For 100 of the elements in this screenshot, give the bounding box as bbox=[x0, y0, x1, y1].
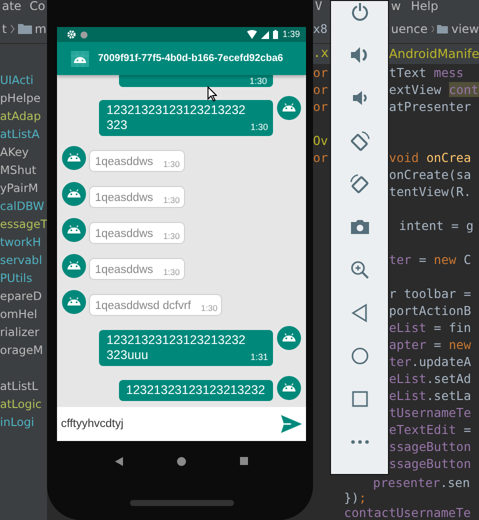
message-text: 12321323123123213232 bbox=[126, 383, 266, 398]
file-item[interactable]: orageM bbox=[0, 341, 47, 359]
file-item[interactable]: tworkH bbox=[0, 233, 47, 251]
file-item[interactable]: UIActi bbox=[0, 71, 47, 89]
android-avatar-icon bbox=[277, 326, 301, 350]
chat-title: 7009f91f-77f5-4b0d-b166-7ecefd92cba6 bbox=[98, 52, 284, 66]
message-time: 1:31 bbox=[250, 352, 268, 363]
send-icon[interactable] bbox=[281, 415, 302, 433]
code-line: atPresenter bbox=[389, 98, 472, 115]
code-line: apter = new bbox=[389, 336, 472, 353]
rotate-right-icon[interactable] bbox=[350, 174, 370, 194]
code-fragment: or bbox=[313, 149, 329, 166]
file-item[interactable]: yPairM bbox=[0, 179, 47, 197]
android-avatar-icon bbox=[62, 182, 86, 206]
file-item[interactable]: rializer bbox=[0, 323, 47, 341]
code-line: tentView(R. bbox=[389, 183, 472, 200]
file-item[interactable]: pHelpe bbox=[0, 89, 47, 107]
code-line: eTextEdit = bbox=[389, 421, 472, 438]
home-icon[interactable] bbox=[350, 346, 370, 366]
code-line: intent = g bbox=[398, 217, 475, 234]
volume-up-icon[interactable] bbox=[350, 45, 370, 65]
clock-time: 1:39 bbox=[282, 28, 300, 41]
file-item[interactable]: epareD bbox=[0, 287, 47, 305]
message-time: 1:30 bbox=[163, 267, 180, 278]
file-item[interactable]: omHel bbox=[0, 305, 47, 323]
settings-icon bbox=[67, 30, 76, 39]
chevron-icon bbox=[430, 24, 434, 34]
android-avatar-icon bbox=[277, 376, 301, 400]
code-line: tUsernameTe bbox=[389, 404, 472, 421]
back-icon[interactable] bbox=[115, 456, 123, 466]
power-icon[interactable] bbox=[350, 2, 370, 22]
code-line: }); bbox=[343, 490, 368, 505]
back-icon[interactable] bbox=[350, 303, 370, 323]
dot-icon bbox=[80, 30, 88, 38]
code-line: ssageButton bbox=[389, 455, 472, 472]
code-fragment: or bbox=[313, 81, 329, 98]
code-line: extView cont bbox=[389, 81, 479, 98]
breadcrumb-item[interactable]: t bbox=[2, 20, 7, 38]
code-fragment: Ov bbox=[313, 132, 329, 149]
code-line: presenter.sen bbox=[372, 475, 471, 490]
android-avatar-icon bbox=[62, 218, 86, 242]
file-item[interactable]: calDBW bbox=[0, 197, 47, 215]
android-avatar-icon bbox=[62, 146, 86, 170]
menu-item[interactable]: w bbox=[391, 0, 401, 14]
menu-item[interactable]: Help bbox=[410, 0, 438, 14]
rotate-left-icon[interactable] bbox=[350, 131, 370, 151]
breadcrumb-item[interactable]: view bbox=[451, 20, 479, 38]
file-item[interactable]: PUtils bbox=[0, 269, 47, 287]
file-item[interactable]: atLogic bbox=[0, 395, 47, 413]
message-time: 1:30 bbox=[163, 195, 180, 206]
message-text: 1qeasddwsd dcfvrf bbox=[95, 299, 191, 314]
code-fragment: or bbox=[313, 64, 329, 81]
menu-item[interactable]: ate bbox=[2, 0, 22, 14]
code-line: r toolbar = bbox=[389, 285, 472, 302]
editor-tab[interactable]: .x bbox=[313, 44, 329, 64]
code-line: eList.setLa bbox=[389, 387, 472, 404]
message-text: 12321323123123213232323 bbox=[106, 103, 247, 133]
camera-icon[interactable] bbox=[350, 217, 370, 237]
message-text: 1qeasddws bbox=[95, 155, 154, 170]
message-time: 1:30 bbox=[249, 76, 267, 87]
message-text: 1qeasddws bbox=[95, 263, 154, 278]
message-time: 1:30 bbox=[250, 122, 268, 133]
message-time: 1:30 bbox=[200, 303, 218, 314]
file-item[interactable]: atListA bbox=[0, 125, 47, 143]
file-item[interactable]: MShut bbox=[0, 161, 47, 179]
message-text: 1qeasddws bbox=[95, 227, 154, 242]
android-avatar-icon bbox=[62, 290, 86, 314]
overview-icon[interactable] bbox=[350, 389, 370, 409]
battery-icon bbox=[273, 30, 278, 39]
code-line: portActionB bbox=[389, 302, 472, 319]
code-line: eList.setAd bbox=[389, 370, 472, 387]
menu-item[interactable]: Co bbox=[29, 0, 46, 14]
signal-icon bbox=[261, 30, 270, 38]
breadcrumb-item[interactable]: uence bbox=[391, 20, 428, 38]
message-text: 1qeasddws bbox=[95, 191, 154, 206]
file-item[interactable]: atListL bbox=[0, 377, 47, 395]
file-item[interactable]: AKey bbox=[0, 143, 47, 161]
file-item[interactable]: atAdap bbox=[0, 107, 47, 125]
editor-tab[interactable]: AndroidManife bbox=[389, 44, 479, 64]
folder-icon bbox=[18, 23, 32, 34]
code-line: void onCrea bbox=[389, 149, 472, 166]
message-time: 1:30 bbox=[163, 231, 180, 242]
home-icon[interactable] bbox=[177, 456, 186, 466]
android-avatar-icon bbox=[62, 254, 86, 278]
android-avatar-icon bbox=[277, 96, 301, 120]
zoom-in-icon[interactable] bbox=[350, 260, 370, 280]
code-line: ter = new C bbox=[389, 251, 472, 268]
code-line: ssageButton bbox=[389, 438, 472, 455]
file-item[interactable]: inLogi bbox=[0, 413, 47, 431]
folder-icon bbox=[437, 23, 448, 34]
file-item[interactable]: servabl bbox=[0, 251, 47, 269]
code-line: ter.updateA bbox=[389, 353, 472, 370]
code-fragment: or bbox=[313, 98, 329, 115]
android-avatar-icon bbox=[71, 50, 89, 66]
message-text: 12321323123123213232323uuu bbox=[106, 333, 247, 363]
code-line: tText mess bbox=[389, 64, 465, 81]
code-line: onCreate(sa bbox=[389, 166, 472, 183]
menu-item[interactable]: V bbox=[313, 0, 330, 14]
code-line: contactUsernameTe bbox=[343, 505, 472, 520]
breadcrumb-item[interactable]: m bbox=[34, 20, 46, 38]
